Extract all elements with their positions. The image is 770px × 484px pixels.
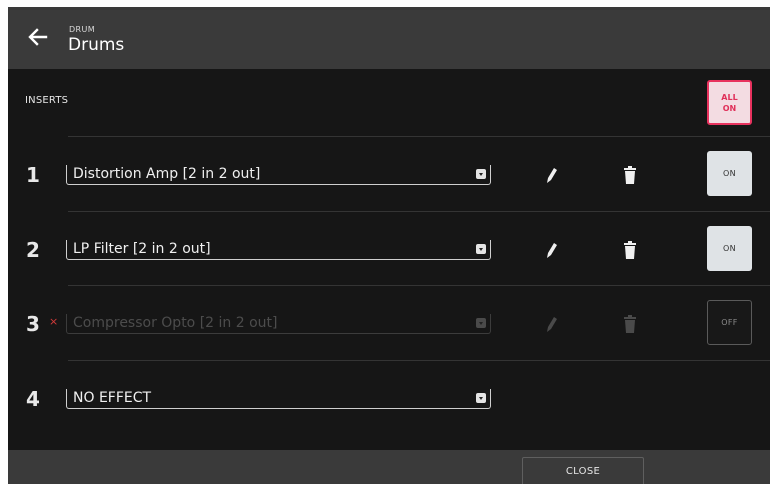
delete-button-1[interactable]	[622, 165, 638, 185]
effect-selector-3[interactable]: Compressor Opto [2 in 2 out]	[66, 314, 491, 334]
pencil-icon	[547, 168, 557, 183]
edit-button-3[interactable]	[543, 314, 559, 334]
back-button[interactable]	[24, 23, 52, 51]
slot-number: 3	[26, 312, 40, 336]
toggle-button-2[interactable]: ON	[707, 226, 752, 271]
inserts-label: INSERTS	[25, 95, 69, 106]
arrow-left-icon	[28, 28, 48, 46]
delete-button-2[interactable]	[622, 240, 638, 260]
dropdown-icon	[476, 318, 486, 328]
header-bar: DRUM Drums	[8, 7, 770, 69]
insert-row-3: 3 × Compressor Opto [2 in 2 out] OFF	[8, 286, 770, 360]
toggle-button-3[interactable]: OFF	[707, 300, 752, 345]
toggle-label: ON	[723, 169, 736, 178]
effect-name: Compressor Opto [2 in 2 out]	[73, 315, 278, 331]
edit-button-1[interactable]	[543, 165, 559, 185]
edit-button-2[interactable]	[543, 240, 559, 260]
bypass-marker: ×	[49, 315, 59, 328]
dropdown-icon	[476, 169, 486, 179]
toggle-button-1[interactable]: ON	[707, 151, 752, 196]
header-category: DRUM	[69, 25, 96, 34]
dropdown-icon	[476, 244, 486, 254]
trash-icon	[624, 166, 636, 184]
close-label: CLOSE	[565, 465, 601, 477]
slot-number: 2	[26, 238, 40, 262]
effect-selector-4[interactable]: NO EFFECT	[66, 389, 491, 409]
slot-number: 1	[26, 163, 40, 187]
all-on-label: ALL ON	[721, 92, 738, 113]
pencil-icon	[547, 317, 557, 332]
insert-row-1: 1 Distortion Amp [2 in 2 out] ON	[8, 137, 770, 211]
slot-number: 4	[26, 387, 40, 411]
close-button[interactable]: CLOSE	[522, 457, 644, 484]
toggle-label: ON	[723, 244, 736, 253]
effect-selector-1[interactable]: Distortion Amp [2 in 2 out]	[66, 165, 491, 185]
app-window: DRUM Drums INSERTS ALL ON 1 Distortion A…	[8, 7, 770, 484]
trash-icon	[624, 241, 636, 259]
toggle-label: OFF	[721, 318, 738, 327]
effect-name: LP Filter [2 in 2 out]	[73, 241, 211, 257]
footer-bar: CLOSE	[8, 450, 770, 484]
all-on-button[interactable]: ALL ON	[707, 80, 752, 125]
effect-selector-2[interactable]: LP Filter [2 in 2 out]	[66, 240, 491, 260]
pencil-icon	[547, 243, 557, 258]
delete-button-3[interactable]	[622, 314, 638, 334]
effect-name: NO EFFECT	[73, 390, 152, 406]
insert-row-2: 2 LP Filter [2 in 2 out] ON	[8, 212, 770, 286]
insert-row-4: 4 NO EFFECT	[8, 361, 770, 435]
dropdown-icon	[476, 393, 486, 403]
effect-name: Distortion Amp [2 in 2 out]	[73, 166, 261, 182]
page-title: Drums	[68, 35, 125, 55]
trash-icon	[624, 315, 636, 333]
